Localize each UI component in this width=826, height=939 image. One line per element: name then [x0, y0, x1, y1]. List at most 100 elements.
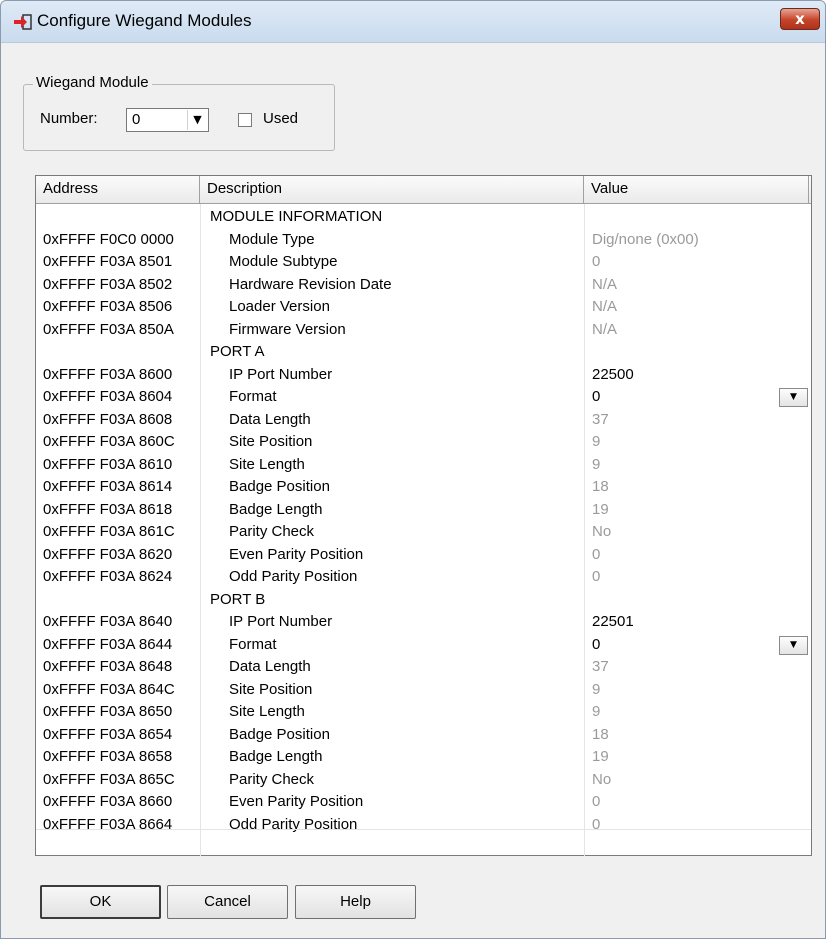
- description-cell: Module Type: [229, 230, 315, 248]
- table-row[interactable]: 0xFFFF F03A 8660 Even Parity Position 0: [36, 791, 811, 814]
- table-row[interactable]: 0xFFFF F03A 8506 Loader Version N/A: [36, 296, 811, 319]
- chevron-down-icon[interactable]: ▼: [779, 635, 808, 655]
- table-row[interactable]: 0xFFFF F03A 864C Site Position 9: [36, 679, 811, 702]
- module-number-select[interactable]: 0 ▼: [126, 108, 209, 132]
- description-cell: Hardware Revision Date: [229, 275, 392, 293]
- title-bar[interactable]: Configure Wiegand Modules x: [1, 1, 825, 43]
- grid-header: Address Description Value: [36, 176, 811, 204]
- table-row[interactable]: 0xFFFF F03A 8600 IP Port Number 22500: [36, 364, 811, 387]
- chevron-down-icon[interactable]: ▼: [779, 388, 808, 407]
- address-cell: 0xFFFF F03A 8614: [43, 478, 173, 495]
- address-cell: 0xFFFF F03A 8644: [43, 635, 173, 653]
- value-cell: N/A: [592, 320, 618, 338]
- address-cell: 0xFFFF F03A 864C: [43, 680, 175, 698]
- address-cell: [43, 341, 201, 364]
- table-row[interactable]: 0xFFFF F03A 8654 Badge Position 18: [36, 724, 811, 747]
- address-cell: 0xFFFF F03A 8664: [43, 815, 173, 833]
- description-cell: Badge Position: [229, 478, 330, 495]
- close-button[interactable]: x: [780, 8, 820, 30]
- value-cell: [592, 206, 802, 229]
- table-row[interactable]: 0xFFFF F03A 8644 Format 0 ▼: [36, 634, 811, 657]
- table-row[interactable]: 0xFFFF F0C0 0000 Module Type Dig/none (0x0…: [36, 229, 811, 252]
- address-cell: 0xFFFF F03A 8608: [43, 410, 173, 428]
- format-select[interactable]: 0: [592, 634, 802, 657]
- address-cell: 0xFFFF F03A 850A: [43, 320, 174, 338]
- section-row: PORT A: [36, 341, 811, 364]
- used-checkbox[interactable]: [238, 113, 252, 127]
- value-cell: [592, 341, 802, 364]
- address-cell: 0xFFFF F03A 8600: [43, 365, 173, 383]
- value-cell[interactable]: 22500: [592, 364, 802, 387]
- table-row[interactable]: 0xFFFF F03A 8664 Odd Parity Position 0: [36, 814, 811, 837]
- table-row[interactable]: 0xFFFF F03A 8502 Hardware Revision Date N/…: [36, 274, 811, 297]
- used-label[interactable]: Used: [263, 110, 298, 127]
- table-row[interactable]: 0xFFFF F03A 8648 Data Length 37: [36, 656, 811, 679]
- value-cell: [592, 589, 802, 612]
- description-cell: Firmware Version: [229, 320, 346, 338]
- table-row[interactable]: 0xFFFF F03A 860C Site Position 9: [36, 431, 811, 454]
- address-cell: 0xFFFF F03A 8501: [43, 253, 173, 270]
- help-button[interactable]: Help: [295, 885, 416, 919]
- section-label: PORT A: [210, 343, 265, 360]
- address-cell: [43, 206, 201, 229]
- description-cell: Badge Position: [229, 725, 330, 743]
- description-cell: Loader Version: [229, 298, 330, 315]
- address-cell: 0xFFFF F03A 8640: [43, 613, 173, 630]
- header-description[interactable]: Description: [200, 176, 584, 203]
- table-row[interactable]: 0xFFFF F03A 8610 Site Length 9: [36, 454, 811, 477]
- value-cell: N/A: [592, 275, 618, 293]
- table-row[interactable]: 0xFFFF F03A 865C Parity Check No: [36, 769, 811, 792]
- value-cell: 18: [592, 725, 609, 743]
- module-number-value: 0: [132, 111, 141, 128]
- address-cell: 0xFFFF F03A 8648: [43, 658, 173, 675]
- value-cell: Dig/none (0x00): [592, 230, 699, 248]
- address-cell: 0xFFFF F03A 8620: [43, 545, 173, 563]
- table-row[interactable]: 0xFFFF F03A 8608 Data Length 37: [36, 409, 811, 432]
- section-row: PORT B: [36, 589, 811, 612]
- value-cell: 18: [592, 478, 609, 495]
- table-row[interactable]: 0xFFFF F03A 8618 Badge Length 19: [36, 499, 811, 522]
- cancel-button[interactable]: Cancel: [167, 885, 288, 919]
- table-row[interactable]: 0xFFFF F03A 8604 Format 0 ▼: [36, 386, 811, 409]
- table-row[interactable]: 0xFFFF F03A 850A Firmware Version N/A: [36, 319, 811, 342]
- table-row[interactable]: 0xFFFF F03A 8658 Badge Length 19: [36, 746, 811, 769]
- value-cell: 0: [592, 253, 601, 270]
- value-cell: 0: [592, 793, 601, 810]
- address-cell: 0xFFFF F03A 865C: [43, 770, 175, 788]
- header-address[interactable]: Address: [36, 176, 200, 203]
- description-cell: Site Length: [229, 703, 305, 720]
- address-cell: 0xFFFF F03A 8604: [43, 388, 173, 405]
- group-title: Wiegand Module: [33, 74, 152, 91]
- configure-wiegand-dialog: Configure Wiegand Modules x Wiegand Modu…: [0, 0, 826, 939]
- grid-rows: MODULE INFORMATION 0xFFFF F0C0 0000 Module…: [36, 206, 811, 836]
- value-cell: 37: [592, 410, 609, 428]
- description-cell: IP Port Number: [229, 365, 333, 383]
- section-label: PORT B: [210, 590, 266, 608]
- value-cell: 9: [592, 433, 601, 450]
- description-cell: Site Position: [229, 433, 313, 450]
- register-grid[interactable]: Address Description Value MODULE INFORMA…: [35, 175, 812, 856]
- chevron-down-icon[interactable]: ▼: [187, 110, 207, 130]
- value-cell: 0: [592, 545, 601, 563]
- address-cell: 0xFFFF F03A 861C: [43, 523, 175, 540]
- header-value[interactable]: Value: [584, 176, 809, 203]
- table-row[interactable]: 0xFFFF F03A 8620 Even Parity Position 0: [36, 544, 811, 567]
- format-select[interactable]: 0: [592, 386, 802, 409]
- description-cell: Format: [229, 635, 277, 653]
- table-row[interactable]: 0xFFFF F03A 8624 Odd Parity Position 0: [36, 566, 811, 589]
- value-cell[interactable]: 22501: [592, 611, 802, 634]
- address-cell: 0xFFFF F03A 860C: [43, 433, 175, 450]
- table-row[interactable]: 0xFFFF F03A 8501 Module Subtype 0: [36, 251, 811, 274]
- ok-button[interactable]: OK: [40, 885, 161, 919]
- table-row[interactable]: 0xFFFF F03A 8640 IP Port Number 22501: [36, 611, 811, 634]
- address-cell: 0xFFFF F03A 8506: [43, 298, 173, 315]
- address-cell: 0xFFFF F0C0 0000: [43, 230, 174, 248]
- table-row[interactable]: 0xFFFF F03A 8650 Site Length 9: [36, 701, 811, 724]
- table-row[interactable]: 0xFFFF F03A 861C Parity Check No: [36, 521, 811, 544]
- value-cell: 9: [592, 680, 601, 698]
- table-row[interactable]: 0xFFFF F03A 8614 Badge Position 18: [36, 476, 811, 499]
- description-cell: Odd Parity Position: [229, 815, 358, 833]
- value-cell: 0: [592, 815, 601, 833]
- value-cell: 37: [592, 658, 609, 675]
- value-cell: N/A: [592, 298, 618, 315]
